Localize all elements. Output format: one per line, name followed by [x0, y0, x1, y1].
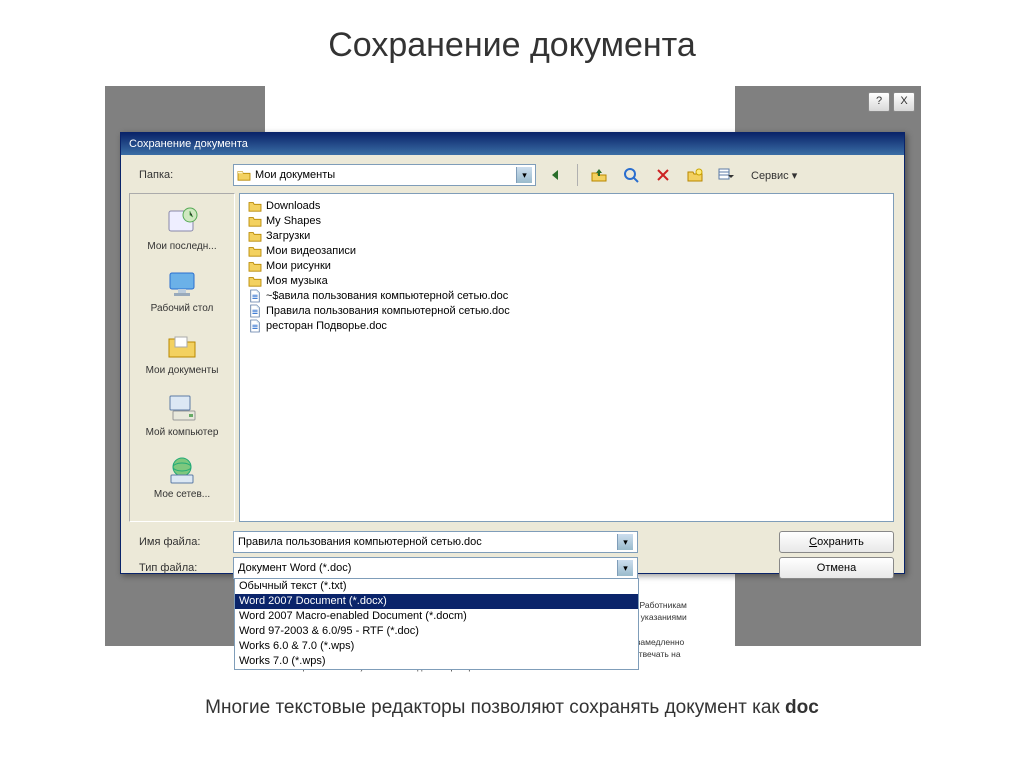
place-label: Мой компьютер: [146, 427, 219, 438]
recent-icon: [165, 205, 199, 239]
views-button[interactable]: [715, 163, 739, 187]
search-web-button[interactable]: [619, 163, 643, 187]
dropdown-arrow-icon: ▾: [516, 167, 532, 183]
file-item[interactable]: Моя музыка: [246, 273, 887, 288]
file-name: Загрузки: [266, 230, 310, 242]
file-item[interactable]: ~$авила пользования компьютерной сетью.d…: [246, 288, 887, 303]
place-label: Мои документы: [146, 365, 219, 376]
file-name: Мои видеозаписи: [266, 245, 356, 257]
slide-title: Сохранение документа: [0, 26, 1024, 65]
file-item[interactable]: Мои видеозаписи: [246, 243, 887, 258]
filetype-option[interactable]: Word 2007 Document (*.docx): [235, 594, 638, 609]
folder-dropdown-text: Мои документы: [255, 169, 335, 181]
new-folder-button[interactable]: [683, 163, 707, 187]
close-button[interactable]: X: [893, 92, 915, 112]
folder-icon: [248, 229, 262, 243]
save-button[interactable]: Сохранить: [779, 531, 894, 553]
folder-dropdown[interactable]: Мои документы ▾: [233, 164, 536, 186]
filetype-dropdown[interactable]: Документ Word (*.doc) ▾ Обычный текст (*…: [233, 557, 638, 579]
slide-footer: Многие текстовые редакторы позволяют сох…: [0, 697, 1024, 719]
filetype-option[interactable]: Works 7.0 (*.wps): [235, 654, 638, 669]
save-dialog: Сохранение документа Папка: Мои документ…: [120, 132, 905, 574]
place-network[interactable]: Мое сетев...: [136, 446, 228, 506]
file-name: ресторан Подворье.doc: [266, 320, 387, 332]
place-mydocs[interactable]: Мои документы: [136, 322, 228, 382]
folder-icon: [248, 274, 262, 288]
up-one-level-button[interactable]: [587, 163, 611, 187]
place-label: Рабочий стол: [151, 303, 214, 314]
file-name: My Shapes: [266, 215, 321, 227]
filetype-option[interactable]: Word 97-2003 & 6.0/95 - RTF (*.doc): [235, 624, 638, 639]
filetype-option[interactable]: Works 6.0 & 7.0 (*.wps): [235, 639, 638, 654]
file-item[interactable]: Мои рисунки: [246, 258, 887, 273]
dialog-toolbar: Папка: Мои документы ▾ Сервис ▾: [121, 155, 904, 190]
folder-icon: [237, 169, 251, 181]
file-name: ~$авила пользования компьютерной сетью.d…: [266, 290, 508, 302]
filename-value: Правила пользования компьютерной сетью.d…: [238, 536, 482, 548]
filetype-value: Документ Word (*.doc): [238, 562, 351, 574]
file-item[interactable]: Загрузки: [246, 228, 887, 243]
mycomp-icon: [165, 391, 199, 425]
place-mycomp[interactable]: Мой компьютер: [136, 384, 228, 444]
service-menu[interactable]: Сервис ▾: [747, 169, 801, 182]
network-icon: [165, 453, 199, 487]
filetype-option[interactable]: Обычный текст (*.txt): [235, 579, 638, 594]
file-name: Правила пользования компьютерной сетью.d…: [266, 305, 510, 317]
filename-label: Имя файла:: [139, 536, 225, 548]
desktop-icon: [165, 267, 199, 301]
places-bar: Мои последн... Рабочий стол Мои документы М…: [129, 193, 235, 522]
folder-label: Папка:: [139, 169, 225, 181]
file-list[interactable]: Downloads My Shapes Загрузки Мои видеозапис…: [239, 193, 894, 522]
place-recent[interactable]: Мои последн...: [136, 198, 228, 258]
place-label: Мои последн...: [147, 241, 216, 252]
dropdown-arrow-icon[interactable]: ▾: [617, 534, 633, 550]
delete-button[interactable]: [651, 163, 675, 187]
mydocs-icon: [165, 329, 199, 363]
document-icon: [248, 319, 262, 333]
file-item[interactable]: Downloads: [246, 198, 887, 213]
folder-icon: [248, 259, 262, 273]
folder-icon: [248, 214, 262, 228]
folder-icon: [248, 199, 262, 213]
folder-icon: [248, 244, 262, 258]
file-item[interactable]: ресторан Подворье.doc: [246, 318, 887, 333]
dropdown-arrow-icon[interactable]: ▾: [617, 560, 633, 576]
place-label: Мое сетев...: [154, 489, 210, 500]
dialog-titlebar: Сохранение документа: [121, 133, 904, 155]
file-name: Мои рисунки: [266, 260, 331, 272]
filename-input[interactable]: Правила пользования компьютерной сетью.d…: [233, 531, 638, 553]
file-item[interactable]: My Shapes: [246, 213, 887, 228]
cancel-button[interactable]: Отмена: [779, 557, 894, 579]
filetype-option[interactable]: Word 2007 Macro-enabled Document (*.docm…: [235, 609, 638, 624]
filetype-dropdown-list[interactable]: Обычный текст (*.txt)Word 2007 Document …: [234, 578, 639, 670]
file-name: Downloads: [266, 200, 320, 212]
file-item[interactable]: Правила пользования компьютерной сетью.d…: [246, 303, 887, 318]
place-desktop[interactable]: Рабочий стол: [136, 260, 228, 320]
toolbar-separator: [577, 164, 578, 186]
file-name: Моя музыка: [266, 275, 328, 287]
help-button[interactable]: ?: [868, 92, 890, 112]
back-button[interactable]: [544, 163, 568, 187]
document-icon: [248, 304, 262, 318]
filetype-label: Тип файла:: [139, 562, 225, 574]
document-icon: [248, 289, 262, 303]
parent-app-window: Работнику холдинга системным администрат…: [105, 86, 921, 646]
